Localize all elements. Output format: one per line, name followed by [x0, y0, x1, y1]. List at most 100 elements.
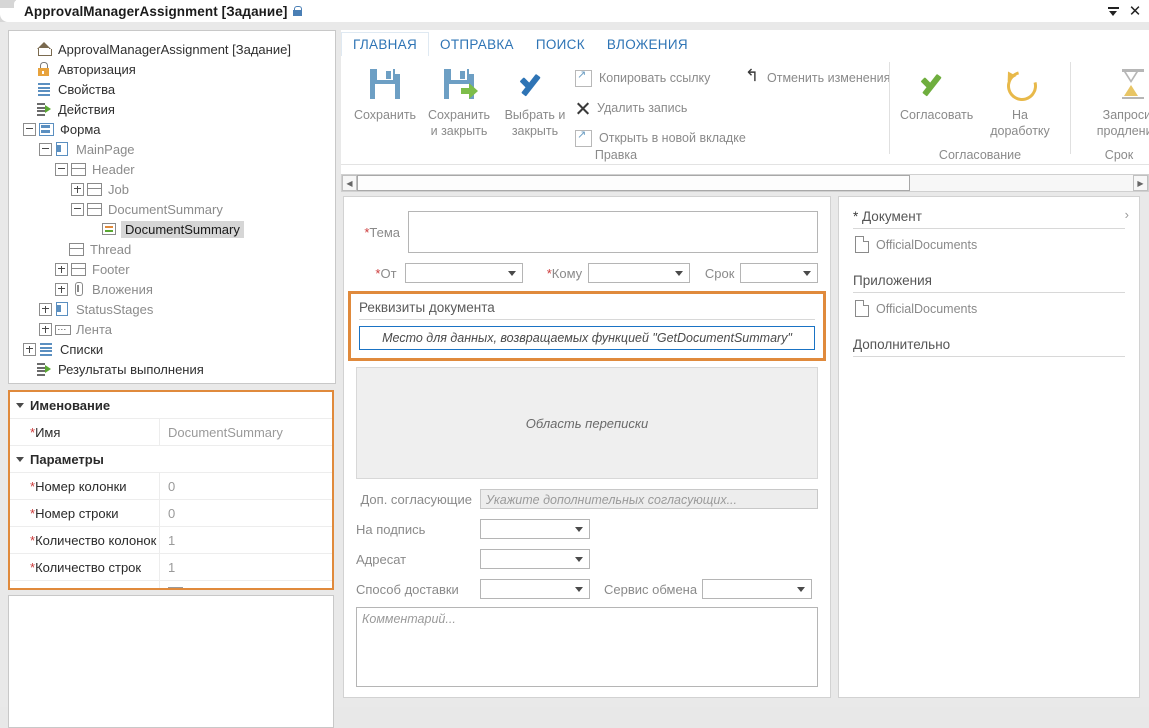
request-extension-button[interactable]: Запросить продление с [1085, 62, 1149, 138]
tree-node[interactable]: Свойства [15, 79, 335, 99]
property-row[interactable]: *ИмяDocumentSummary [10, 419, 332, 446]
tree-node[interactable]: Header [15, 159, 335, 179]
ribbon-tab-inactive[interactable]: ВЛОЖЕНИЯ [596, 33, 699, 56]
from-combo[interactable] [405, 263, 523, 283]
exchange-combo[interactable] [702, 579, 812, 599]
property-value-cell[interactable] [160, 581, 332, 590]
tree-expander-expand[interactable] [39, 323, 52, 336]
tree-node[interactable]: MainPage [15, 139, 335, 159]
extra-approvers-input[interactable]: Укажите дополнительных согласующих... [480, 489, 818, 509]
section-title-text: Документ [862, 209, 922, 224]
save-and-close-icon [423, 62, 495, 106]
tree-node[interactable]: Thread [15, 239, 335, 259]
tree-node[interactable]: DocumentSummary [15, 219, 335, 239]
property-grid[interactable]: Именование*ИмяDocumentSummaryПараметры*Н… [8, 390, 334, 590]
to-combo[interactable] [588, 263, 689, 283]
right-panel-document-item[interactable]: OfficialDocuments [853, 229, 1125, 259]
save-icon [349, 62, 421, 106]
rework-button[interactable]: На доработку [984, 62, 1056, 138]
addressee-combo[interactable] [480, 549, 590, 569]
tree-expander-expand[interactable] [23, 343, 36, 356]
to-label: *Кому [531, 266, 583, 281]
tree-expander-expand[interactable] [39, 303, 52, 316]
documentsummary-placeholder-box[interactable]: Место для данных, возвращаемых функцией … [359, 326, 815, 350]
tree-expander-collapse[interactable] [23, 123, 36, 136]
tree-node[interactable]: Вложения [15, 279, 335, 299]
comment-textarea[interactable]: Комментарий... [356, 607, 818, 687]
tree-node[interactable]: Действия [15, 99, 335, 119]
open-new-tab-icon [575, 130, 592, 147]
property-value-cell[interactable]: 0 [160, 473, 332, 499]
scroll-right-button[interactable]: ▶ [1133, 175, 1148, 191]
ribbon-horizontal-scrollbar[interactable]: ◀ ▶ [341, 174, 1149, 192]
tree-node[interactable]: Лента [15, 319, 335, 339]
select-and-close-button[interactable]: Выбрать и закрыть [499, 62, 571, 138]
ribbon-tab-inactive[interactable]: ОТПРАВКА [429, 33, 525, 56]
ribbon-tab-active[interactable]: ГЛАВНАЯ [341, 32, 429, 57]
extra-approvers-placeholder: Укажите дополнительных согласующих... [481, 490, 817, 510]
tree-node[interactable]: Списки [15, 339, 335, 359]
save-and-close-button[interactable]: Сохранить и закрыть [423, 62, 495, 138]
actions-icon [37, 362, 53, 376]
ribbon-tab-strip[interactable]: ГЛАВНАЯОТПРАВКАПОИСКВЛОЖЕНИЯ [341, 30, 699, 57]
property-row[interactable]: *Количество колонок1 [10, 527, 332, 554]
tree-expander-expand[interactable] [55, 283, 68, 296]
list-icon [39, 342, 55, 356]
property-row[interactable]: *Номер строки0 [10, 500, 332, 527]
tree-expander-expand[interactable] [71, 183, 84, 196]
scrollbar-thumb[interactable] [357, 175, 910, 191]
deadline-combo[interactable] [740, 263, 818, 283]
property-row[interactable]: *Количество строк1 [10, 554, 332, 581]
object-tree[interactable]: ApprovalManagerAssignment [Задание]Автор… [9, 31, 335, 379]
window-tab[interactable]: ApprovalManagerAssignment [Задание] [14, 0, 312, 22]
tree-expander-collapse[interactable] [71, 203, 84, 216]
approve-button[interactable]: Согласовать [900, 62, 972, 122]
tree-node[interactable]: ApprovalManagerAssignment [Задание] [15, 39, 335, 59]
request-extension-label-2: продление с [1085, 124, 1149, 138]
object-tree-panel[interactable]: ApprovalManagerAssignment [Задание]Автор… [8, 30, 336, 384]
tree-expander-collapse[interactable] [39, 143, 52, 156]
close-button[interactable]: ✕ [1125, 0, 1145, 22]
property-row[interactable]: Отображать в форме [10, 581, 332, 590]
property-name-label: Имя [35, 425, 60, 440]
right-panel-document-item[interactable]: OfficialDocuments [853, 293, 1125, 323]
tree-expander-expand[interactable] [55, 263, 68, 276]
rework-icon [984, 62, 1056, 106]
group-icon [69, 242, 85, 256]
delete-icon [575, 101, 590, 116]
scroll-left-button[interactable]: ◀ [342, 175, 357, 191]
property-name-label: Номер колонки [35, 479, 127, 494]
tree-node[interactable]: Форма [15, 119, 335, 139]
copy-link-button[interactable]: Копировать ссылку [575, 66, 710, 90]
property-category-row[interactable]: Параметры [10, 446, 332, 473]
tree-node[interactable]: Job [15, 179, 335, 199]
scrollbar-track[interactable] [357, 175, 1133, 191]
sign-combo[interactable] [480, 519, 590, 539]
tree-expander-placeholder [55, 244, 66, 255]
property-name: *Количество строк [10, 554, 160, 580]
tree-node[interactable]: Footer [15, 259, 335, 279]
chevron-right-icon[interactable]: › [1125, 207, 1129, 222]
property-row[interactable]: *Номер колонки0 [10, 473, 332, 500]
property-category-row[interactable]: Именование [10, 392, 332, 419]
ribbon-tab-inactive[interactable]: ПОИСК [525, 33, 596, 56]
subject-input[interactable] [408, 211, 818, 253]
property-value-cell[interactable]: DocumentSummary [160, 419, 332, 445]
open-new-tab-button[interactable]: Открыть в новой вкладке [575, 126, 746, 150]
display-in-form-checkbox[interactable] [168, 587, 183, 591]
triangle-down-icon [16, 403, 24, 408]
tree-node[interactable]: StatusStages [15, 299, 335, 319]
minimize-button[interactable] [1103, 0, 1123, 22]
property-value-cell[interactable]: 0 [160, 500, 332, 526]
tree-node[interactable]: Авторизация [15, 59, 335, 79]
save-button[interactable]: Сохранить [349, 62, 421, 122]
delete-record-button[interactable]: Удалить запись [575, 96, 687, 120]
tree-node[interactable]: Результаты выполнения [15, 359, 335, 379]
delivery-combo[interactable] [480, 579, 590, 599]
property-value-cell[interactable]: 1 [160, 554, 332, 580]
property-value-cell[interactable]: 1 [160, 527, 332, 553]
tape-icon [55, 322, 71, 336]
tree-expander-collapse[interactable] [55, 163, 68, 176]
undo-changes-button[interactable]: Отменить изменения [745, 66, 890, 90]
tree-node[interactable]: DocumentSummary [15, 199, 335, 219]
